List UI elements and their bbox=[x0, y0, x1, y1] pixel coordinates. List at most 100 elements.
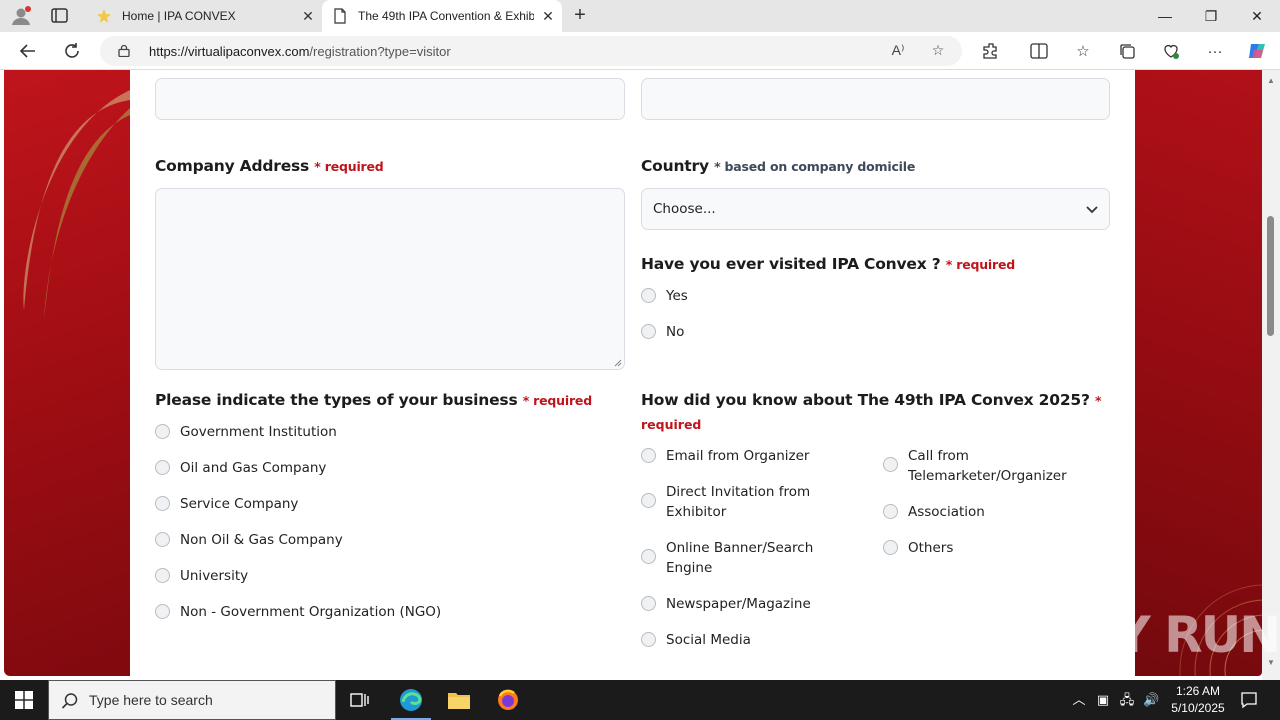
windows-logo-icon bbox=[15, 691, 33, 709]
close-tab-icon[interactable]: ✕ bbox=[534, 8, 562, 25]
notifications-icon[interactable] bbox=[1240, 691, 1258, 709]
country-label: Country * based on company domicile bbox=[641, 157, 916, 175]
radio-source-newspaper[interactable]: Newspaper/Magazine bbox=[641, 594, 811, 614]
search-placeholder: Type here to search bbox=[89, 692, 213, 708]
radio-button[interactable] bbox=[883, 504, 898, 519]
tab-title: Home | IPA CONVEX bbox=[122, 9, 236, 23]
radio-source-social-media[interactable]: Social Media bbox=[641, 630, 751, 650]
restore-button[interactable]: ❐ bbox=[1188, 0, 1234, 32]
tab-title: The 49th IPA Convention & Exhib bbox=[358, 9, 534, 23]
close-window-button[interactable]: ✕ bbox=[1234, 0, 1280, 32]
decorative-background-right bbox=[1135, 70, 1262, 676]
radio-source-email[interactable]: Email from Organizer bbox=[641, 446, 809, 466]
radio-button[interactable] bbox=[155, 532, 170, 547]
search-icon bbox=[61, 693, 78, 709]
file-explorer-icon[interactable] bbox=[435, 680, 483, 720]
firefox-icon[interactable] bbox=[484, 680, 532, 720]
radio-button[interactable] bbox=[641, 448, 656, 463]
source-question-label: How did you know about The 49th IPA Conv… bbox=[641, 391, 1102, 409]
radio-button[interactable] bbox=[883, 540, 898, 555]
url-text: https://virtualipaconvex.com/registratio… bbox=[149, 44, 451, 59]
radio-visited-no[interactable]: No bbox=[641, 322, 684, 342]
minimize-button[interactable]: — bbox=[1142, 0, 1188, 32]
radio-business-non-oil-gas[interactable]: Non Oil & Gas Company bbox=[155, 530, 343, 550]
extensions-icon[interactable] bbox=[980, 40, 1002, 62]
back-button[interactable] bbox=[14, 38, 42, 64]
edge-taskbar-icon[interactable] bbox=[387, 680, 435, 720]
device-icon[interactable]: ▣ bbox=[1095, 692, 1111, 708]
company-address-textarea[interactable] bbox=[155, 188, 625, 370]
radio-source-others[interactable]: Others bbox=[883, 538, 953, 558]
lock-icon[interactable] bbox=[118, 44, 130, 58]
favorites-icon[interactable]: ☆ bbox=[1072, 40, 1094, 62]
clock-date: 5/10/2025 bbox=[1171, 701, 1225, 715]
radio-button[interactable] bbox=[155, 496, 170, 511]
split-screen-icon[interactable] bbox=[1028, 40, 1050, 62]
radio-source-direct-invitation[interactable]: Direct Invitation from Exhibitor bbox=[641, 482, 810, 522]
taskbar-clock[interactable]: 1:26 AM 5/10/2025 bbox=[1160, 683, 1236, 717]
page-favicon-icon bbox=[332, 8, 348, 24]
radio-button[interactable] bbox=[641, 288, 656, 303]
radio-button[interactable] bbox=[641, 632, 656, 647]
tab-registration[interactable]: The 49th IPA Convention & Exhib ✕ bbox=[322, 0, 562, 32]
task-view-icon[interactable] bbox=[336, 680, 384, 720]
radio-source-call[interactable]: Call from Telemarketer/Organizer bbox=[883, 446, 1067, 486]
resize-handle-icon bbox=[614, 359, 622, 367]
vertical-scrollbar[interactable]: ▲ ▼ bbox=[1262, 70, 1280, 680]
favorite-star-icon[interactable]: ☆ bbox=[928, 42, 948, 60]
radio-source-association[interactable]: Association bbox=[883, 502, 985, 522]
text-input-right[interactable] bbox=[641, 78, 1110, 120]
radio-button[interactable] bbox=[155, 568, 170, 583]
radio-button[interactable] bbox=[155, 604, 170, 619]
copilot-icon[interactable] bbox=[1246, 40, 1268, 62]
visited-question-label: Have you ever visited IPA Convex ? * req… bbox=[641, 255, 1015, 273]
more-menu-icon[interactable]: ··· bbox=[1204, 40, 1226, 62]
radio-business-university[interactable]: University bbox=[155, 566, 248, 586]
radio-business-government[interactable]: Government Institution bbox=[155, 422, 337, 442]
radio-business-ngo[interactable]: Non - Government Organization (NGO) bbox=[155, 602, 441, 622]
radio-business-oil-gas[interactable]: Oil and Gas Company bbox=[155, 458, 326, 478]
read-aloud-icon[interactable]: A⁾ bbox=[888, 42, 908, 60]
business-types-label: Please indicate the types of your busine… bbox=[155, 391, 592, 409]
radio-button[interactable] bbox=[883, 457, 898, 472]
network-icon[interactable]: 🖧 bbox=[1119, 692, 1135, 708]
tab-actions-icon[interactable] bbox=[50, 7, 70, 25]
company-address-label: Company Address * required bbox=[155, 157, 384, 175]
radio-button[interactable] bbox=[641, 493, 656, 508]
chevron-down-icon bbox=[1086, 206, 1098, 214]
radio-button[interactable] bbox=[155, 460, 170, 475]
radio-visited-yes[interactable]: Yes bbox=[641, 286, 688, 306]
show-hidden-icons-icon[interactable]: ︿ bbox=[1071, 692, 1087, 708]
page-viewport: Company Address * required Country * bas… bbox=[0, 70, 1280, 680]
tab-strip: Home | IPA CONVEX ✕ The 49th IPA Convent… bbox=[0, 0, 1280, 32]
scroll-up-icon[interactable]: ▲ bbox=[1266, 76, 1276, 86]
text-input-left[interactable] bbox=[155, 78, 625, 120]
radio-button[interactable] bbox=[641, 549, 656, 564]
start-button[interactable] bbox=[0, 680, 48, 720]
anyrun-watermark: ANY RUN bbox=[1038, 606, 1280, 664]
taskbar-search-box[interactable]: Type here to search bbox=[48, 680, 336, 720]
country-select[interactable]: Choose... bbox=[641, 188, 1110, 230]
volume-icon[interactable]: 🔊 bbox=[1143, 692, 1159, 708]
collections-icon[interactable] bbox=[1116, 40, 1138, 62]
address-bar-row: https://virtualipaconvex.com/registratio… bbox=[0, 32, 1280, 70]
tab-home[interactable]: Home | IPA CONVEX ✕ bbox=[86, 0, 322, 32]
windows-taskbar: Type here to search ︿ ▣ 🖧 🔊 1:26 AM 5/10… bbox=[0, 680, 1280, 720]
star-favicon-icon bbox=[96, 8, 112, 24]
country-selected-value: Choose... bbox=[653, 201, 716, 217]
radio-button[interactable] bbox=[641, 596, 656, 611]
registration-form: Company Address * required Country * bas… bbox=[130, 70, 1135, 680]
reload-button[interactable] bbox=[58, 38, 86, 64]
radio-button[interactable] bbox=[155, 424, 170, 439]
radio-source-online-banner[interactable]: Online Banner/Search Engine bbox=[641, 538, 813, 578]
decorative-background-left bbox=[4, 70, 130, 676]
radio-button[interactable] bbox=[641, 324, 656, 339]
browser-essentials-icon[interactable] bbox=[1160, 40, 1182, 62]
close-tab-icon[interactable]: ✕ bbox=[294, 8, 322, 25]
profile-icon[interactable] bbox=[10, 6, 32, 26]
new-tab-button[interactable]: + bbox=[568, 4, 592, 28]
url-field[interactable]: https://virtualipaconvex.com/registratio… bbox=[100, 36, 962, 66]
scroll-thumb[interactable] bbox=[1267, 216, 1274, 336]
source-required-text: required bbox=[641, 417, 702, 432]
radio-business-service[interactable]: Service Company bbox=[155, 494, 298, 514]
